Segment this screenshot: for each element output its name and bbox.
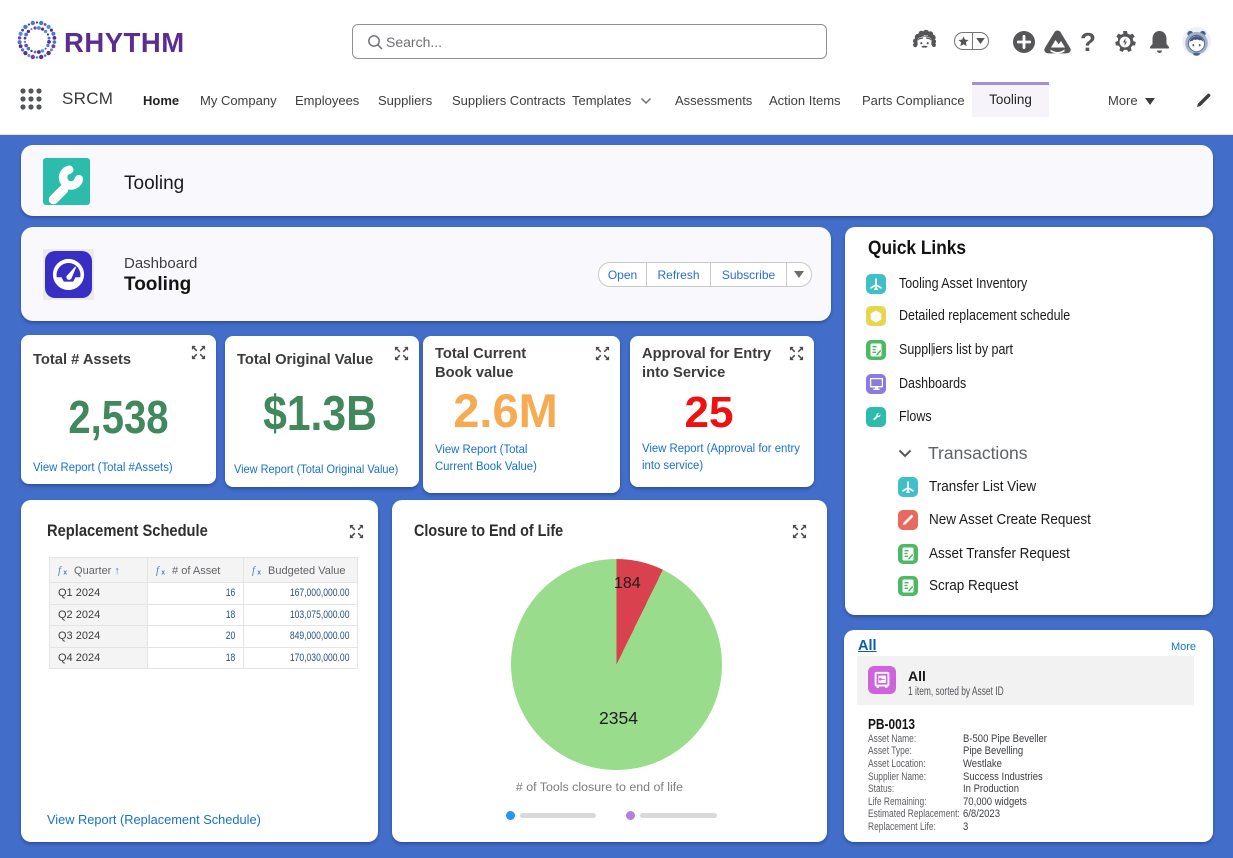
svg-text:f: f: [58, 565, 63, 576]
svg-text:f: f: [156, 565, 161, 576]
svg-text:f: f: [252, 565, 257, 576]
svg-text:x: x: [257, 569, 261, 576]
svg-text:x: x: [161, 569, 165, 576]
svg-text:x: x: [63, 569, 67, 576]
